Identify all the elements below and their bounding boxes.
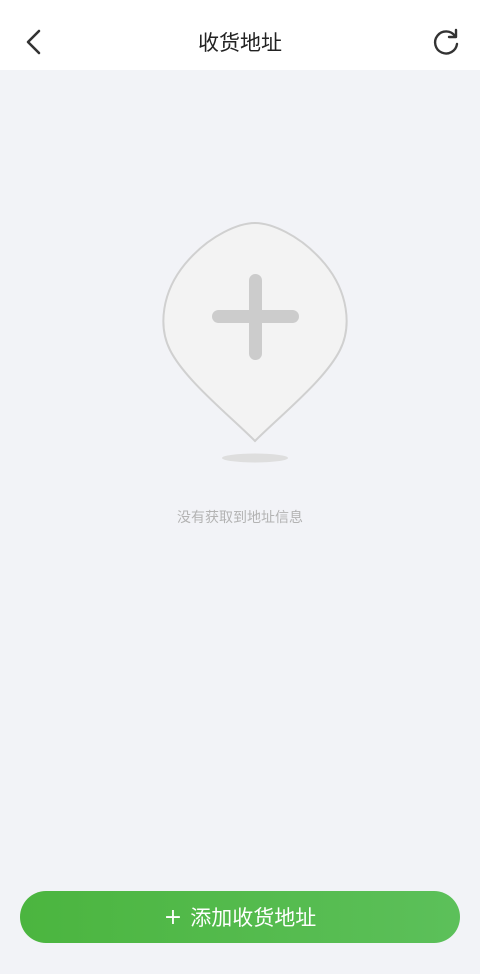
plus-icon: + [163,904,183,930]
empty-message: 没有获取到地址信息 [177,510,303,526]
app-header: 收货地址 [0,0,480,70]
page-title: 收货地址 [198,31,282,55]
refresh-button[interactable] [426,22,466,62]
map-pin-plus-icon [162,221,348,463]
refresh-icon [433,28,459,55]
add-address-label: 添加收货地址 [190,906,317,930]
add-address-button[interactable]: + 添加收货地址 [20,891,460,943]
